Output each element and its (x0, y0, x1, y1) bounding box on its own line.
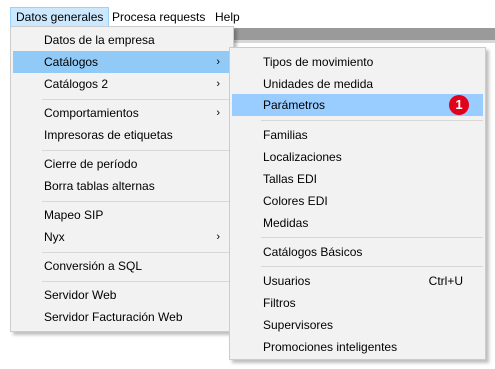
menu-item-catalogos-2[interactable]: Catálogos 2 › (13, 73, 231, 95)
menu-item-servidor-web[interactable]: Servidor Web (13, 284, 231, 306)
menu-item-comportamientos[interactable]: Comportamientos › (13, 102, 231, 124)
datos-generales-menu: Datos de la empresa Catálogos › Catálogo… (10, 26, 234, 332)
menu-item-label: Localizaciones (263, 150, 342, 164)
menu-item-label: Catálogos 2 (44, 77, 109, 91)
menu-item-label: Servidor Web (44, 288, 117, 302)
keyboard-shortcut: Ctrl+U (428, 274, 463, 288)
menu-separator (261, 120, 483, 121)
submenu-item-familias[interactable]: Familias (232, 124, 483, 146)
step-number-badge: 1 (449, 95, 469, 115)
submenu-item-tallas-edi[interactable]: Tallas EDI (232, 168, 483, 190)
submenu-item-medidas[interactable]: Medidas (232, 212, 483, 234)
menu-procesa-requests[interactable]: Procesa requests (107, 7, 210, 27)
chevron-right-icon: › (216, 56, 220, 68)
menu-item-borra-tablas[interactable]: Borra tablas alternas (13, 175, 231, 197)
chevron-right-icon: › (216, 231, 220, 243)
chevron-right-icon: › (216, 78, 220, 90)
menu-separator (42, 252, 231, 253)
menu-help[interactable]: Help (210, 7, 245, 27)
menu-item-label: Colores EDI (263, 194, 328, 208)
menu-separator (261, 237, 483, 238)
menu-item-label: Usuarios (263, 274, 311, 288)
menu-item-label: Promociones inteligentes (263, 340, 398, 354)
menu-separator (42, 99, 231, 100)
menu-separator (42, 281, 231, 282)
menu-item-datos-empresa[interactable]: Datos de la empresa (13, 29, 231, 51)
menu-item-label: Familias (263, 128, 308, 142)
menu-item-label: Borra tablas alternas (44, 179, 155, 193)
menu-item-label: Catálogos Básicos (263, 245, 363, 259)
submenu-item-unidades-medida[interactable]: Unidades de medida (232, 73, 483, 95)
menu-datos-generales[interactable]: Datos generales (10, 7, 110, 27)
menu-item-label: Unidades de medida (263, 77, 374, 91)
menu-item-label: Datos de la empresa (44, 33, 155, 47)
menu-item-label: Impresoras de etiquetas (44, 128, 173, 142)
menu-item-label: Cierre de período (44, 157, 138, 171)
menu-item-conversion-sql[interactable]: Conversión a SQL (13, 255, 231, 277)
catalogos-submenu: Tipos de movimiento Unidades de medida P… (229, 47, 486, 360)
menu-item-label: Comportamientos (44, 106, 139, 120)
menu-item-label: Medidas (263, 216, 309, 230)
app-toolbar-strip (233, 28, 495, 40)
menu-item-cierre-periodo[interactable]: Cierre de período (13, 153, 231, 175)
menu-item-label: Filtros (263, 296, 296, 310)
submenu-item-catalogos-basicos[interactable]: Catálogos Básicos (232, 241, 483, 263)
menu-item-label: Catálogos (44, 55, 99, 69)
submenu-item-usuarios[interactable]: Usuarios Ctrl+U (232, 270, 483, 292)
menu-item-label: Supervisores (263, 318, 334, 332)
submenu-item-colores-edi[interactable]: Colores EDI (232, 190, 483, 212)
menu-item-catalogos[interactable]: Catálogos › (13, 51, 231, 73)
submenu-item-parametros[interactable]: Parámetros 1 (232, 94, 483, 116)
menu-item-servidor-facturacion-web[interactable]: Servidor Facturación Web (13, 306, 231, 328)
menu-separator (261, 266, 483, 267)
submenu-item-promociones-inteligentes[interactable]: Promociones inteligentes (232, 336, 483, 358)
app-toolbar-divider (233, 40, 495, 43)
submenu-item-localizaciones[interactable]: Localizaciones (232, 146, 483, 168)
menu-item-label: Mapeo SIP (44, 208, 104, 222)
submenu-item-filtros[interactable]: Filtros (232, 292, 483, 314)
menu-item-impresoras-etiquetas[interactable]: Impresoras de etiquetas (13, 124, 231, 146)
menu-item-label: Tipos de movimiento (263, 55, 374, 69)
menu-separator (42, 150, 231, 151)
menu-item-label: Nyx (44, 230, 65, 244)
menu-item-mapeo-sip[interactable]: Mapeo SIP (13, 204, 231, 226)
menu-item-label: Tallas EDI (263, 172, 318, 186)
menu-separator (42, 201, 231, 202)
menu-item-label: Parámetros (263, 98, 326, 112)
chevron-right-icon: › (216, 107, 220, 119)
menu-item-nyx[interactable]: Nyx › (13, 226, 231, 248)
menu-item-label: Conversión a SQL (44, 259, 143, 273)
submenu-item-tipos-movimiento[interactable]: Tipos de movimiento (232, 51, 483, 73)
menu-bar: Datos generales Procesa requests Help (0, 0, 495, 27)
submenu-item-supervisores[interactable]: Supervisores (232, 314, 483, 336)
menu-item-label: Servidor Facturación Web (44, 310, 183, 324)
